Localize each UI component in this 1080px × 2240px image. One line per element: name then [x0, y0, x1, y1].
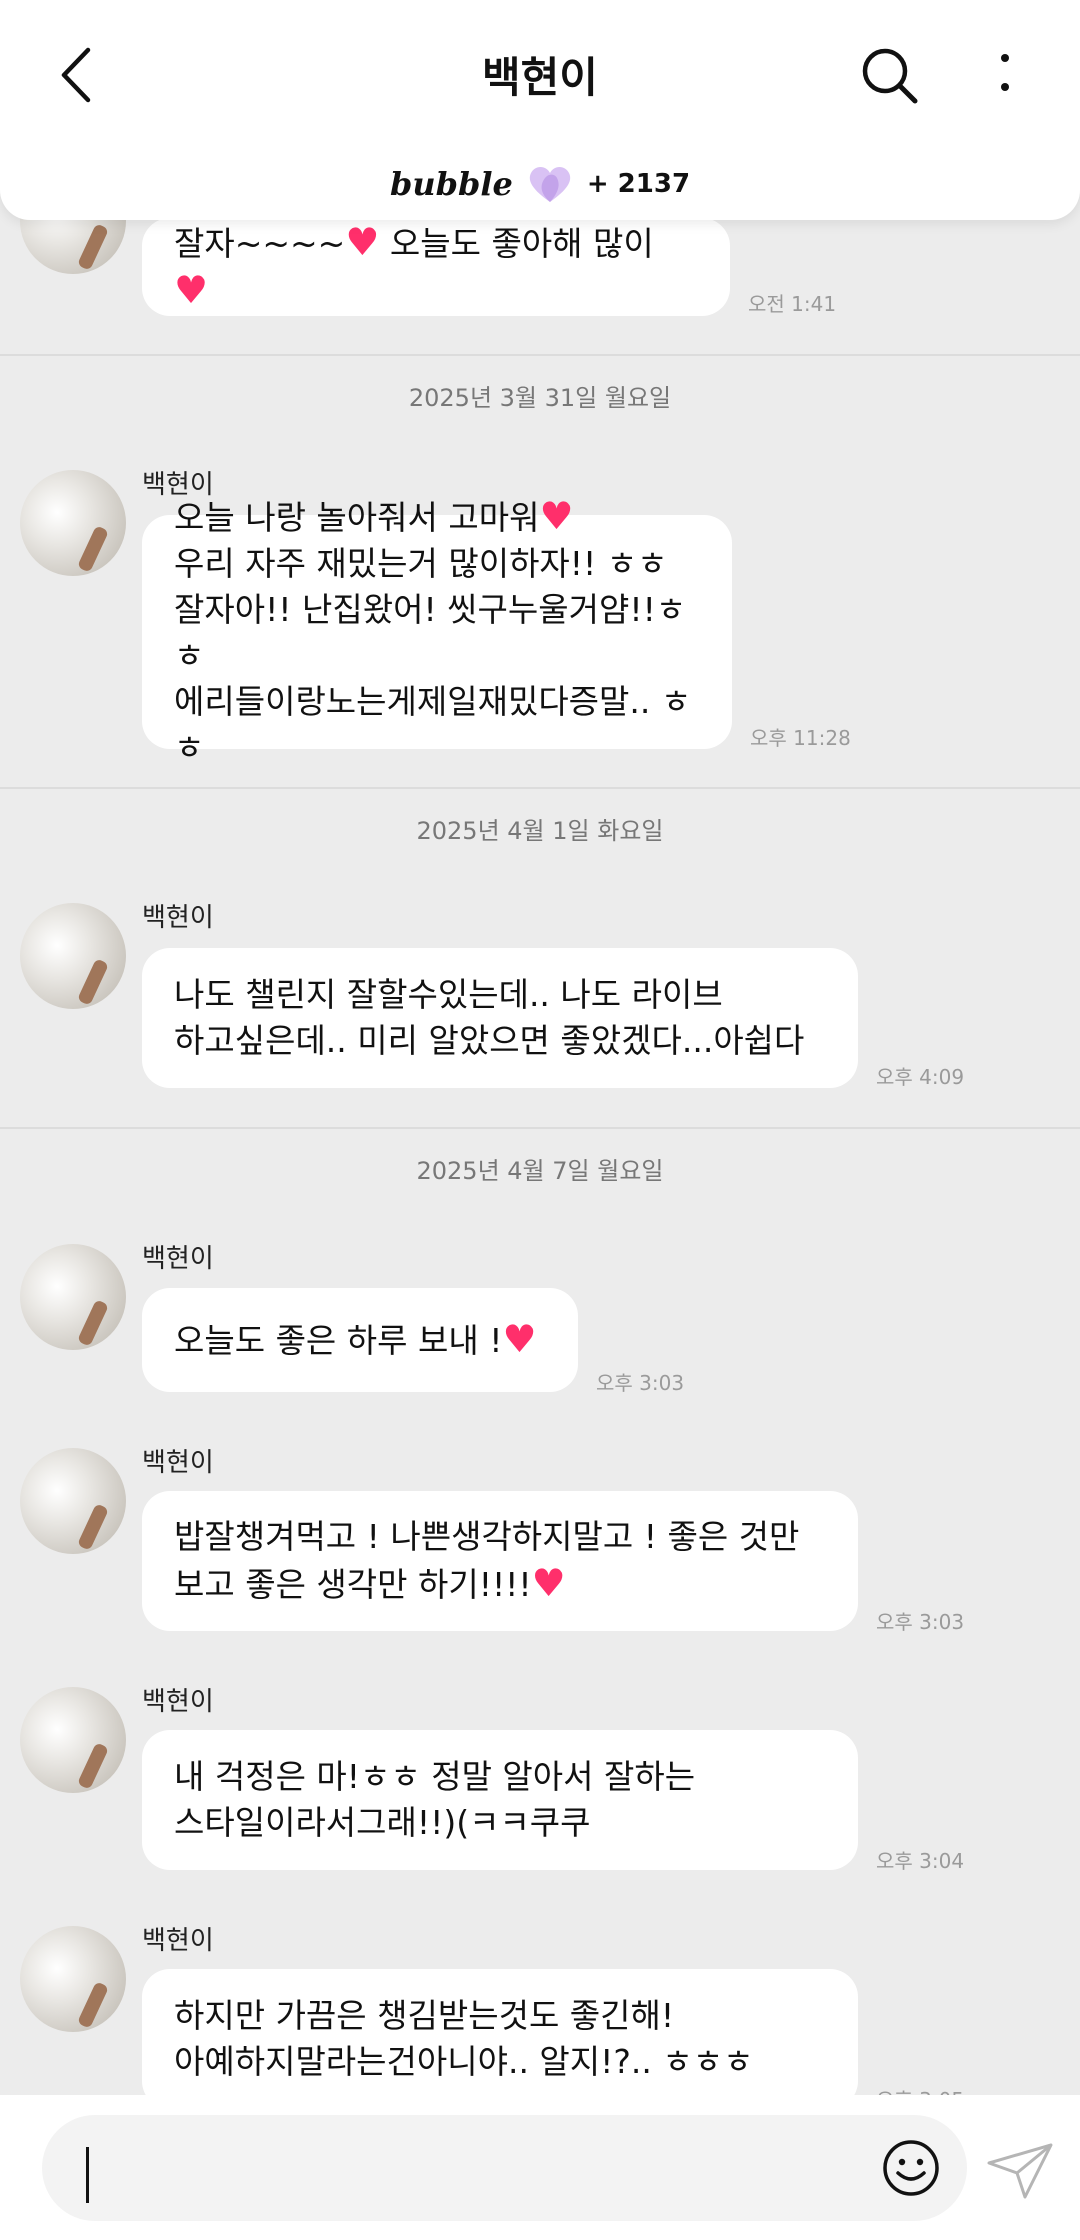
- message-line: 우리 자주 재밌는거 많이하자!! ㅎㅎ: [174, 544, 668, 583]
- more-vertical-icon: [1001, 54, 1009, 91]
- date-separator: 2025년 4월 7일 월요일: [416, 1157, 664, 1185]
- divider: [0, 354, 1080, 356]
- bubble-status[interactable]: bubble + 2137: [0, 160, 1080, 208]
- message-line: 잘자아!! 난집왔어! 씻구누울거얌!!ㅎㅎ: [174, 590, 687, 675]
- message-time: 오전 1:41: [748, 292, 837, 316]
- message-line: 내 걱정은 마!ㅎㅎ 정말 알아서 잘하는: [174, 1757, 696, 1796]
- message-bubble: 하지만 가끔은 챙김받는것도 좋긴해! 아예하지말라는건아니야.. 알지!?..…: [142, 1969, 858, 2095]
- search-button[interactable]: [855, 40, 925, 110]
- bubble-logo: bubble: [389, 165, 513, 203]
- message-time: 오후 3:04: [876, 1849, 965, 1873]
- search-icon: [862, 48, 918, 104]
- message-bubble: 밥잘챙겨먹고 ! 나쁜생각하지말고 ! 좋은 것만 보고 좋은 생각만 하기!!…: [142, 1491, 858, 1631]
- message-time: 오후 3:05: [876, 2084, 964, 2095]
- heart-icon: ♥: [502, 1317, 537, 1361]
- message-bubble: 오늘도 좋은 하루 보내 !♥: [142, 1288, 578, 1392]
- chat-header: 백현이 bubble + 2137: [0, 0, 1080, 220]
- message-time: 오후 3:03: [596, 1371, 685, 1395]
- emoji-button[interactable]: [880, 2137, 942, 2199]
- sender-name: 백현이: [142, 1926, 214, 1956]
- send-button[interactable]: [985, 2141, 1055, 2201]
- message-bubble: 내 걱정은 마!ㅎㅎ 정말 알아서 잘하는 스타일이라서그래!!)(ㅋㅋ쿠쿠: [142, 1730, 858, 1870]
- text-caret: [86, 2147, 89, 2203]
- date-separator: 2025년 3월 31일 월요일: [408, 384, 672, 412]
- divider: [0, 787, 1080, 789]
- heart-icon: ♥: [531, 1561, 566, 1605]
- sender-name: 백현이: [142, 1448, 214, 1478]
- message-line: 하고싶은데.. 미리 알았으면 좋았겠다...아쉽다: [174, 1021, 805, 1060]
- message-bubble: 잘자~~~~♥ 오늘도 좋아해 많이 ♥: [142, 218, 730, 316]
- message-bubble: 나도 챌린지 잘할수있는데.. 나도 라이브 하고싶은데.. 미리 알았으면 좋…: [142, 948, 858, 1088]
- heart-icon: ♥: [174, 268, 209, 312]
- avatar[interactable]: [20, 903, 126, 1009]
- divider: [0, 1127, 1080, 1129]
- bubble-count: + 2137: [586, 169, 691, 199]
- more-options-button[interactable]: [985, 40, 1025, 110]
- message-line: 하지만 가끔은 챙김받는것도 좋긴해!: [174, 1996, 675, 2035]
- avatar[interactable]: [20, 470, 126, 576]
- sender-name: 백현이: [142, 1687, 214, 1717]
- message-time: 오후 3:03: [876, 1610, 965, 1634]
- send-icon: [987, 2143, 1053, 2199]
- avatar[interactable]: [20, 1244, 126, 1350]
- message-line: 아예하지말라는건아니야.. 알지!?.. ㅎㅎㅎ: [174, 2042, 754, 2081]
- heart-icon: [529, 167, 571, 202]
- sender-name: 백현이: [142, 903, 214, 933]
- avatar[interactable]: [20, 1687, 126, 1793]
- heart-icon: ♥: [345, 220, 380, 264]
- message-line: 스타일이라서그래!!)(ㅋㅋ쿠쿠: [174, 1803, 591, 1842]
- message-line: 나도 챌린지 잘할수있는데.. 나도 라이브: [174, 975, 723, 1014]
- message-line: 오늘도 좋은 하루 보내 !♥: [174, 1317, 537, 1361]
- message-line: 오늘 나랑 놀아줘서 고마워♥: [174, 494, 574, 538]
- message-input[interactable]: [42, 2115, 967, 2221]
- avatar[interactable]: [20, 1926, 126, 2032]
- sender-name: 백현이: [142, 1244, 214, 1274]
- message-time: 오후 11:28: [750, 726, 851, 750]
- message-line: 밥잘챙겨먹고 ! 나쁜생각하지말고 ! 좋은 것만: [174, 1517, 800, 1556]
- message-line: 에리들이랑노는게제일재밌다증말.. ㅎㅎ: [174, 682, 692, 767]
- heart-icon: ♥: [539, 494, 574, 538]
- message-bubble: 오늘 나랑 놀아줘서 고마워♥ 우리 자주 재밌는거 많이하자!! ㅎㅎ 잘자아…: [142, 494, 732, 767]
- message-line: 잘자~~~~♥ 오늘도 좋아해 많이 ♥: [174, 220, 654, 312]
- avatar[interactable]: [20, 1448, 126, 1554]
- date-separator: 2025년 4월 1일 화요일: [416, 817, 664, 845]
- message-composer: [0, 2095, 1080, 2240]
- message-line: 보고 좋은 생각만 하기!!!!♥: [174, 1561, 566, 1605]
- smiley-icon: [883, 2140, 939, 2196]
- message-time: 오후 4:09: [876, 1065, 965, 1089]
- chat-area[interactable]: 잘자~~~~♥ 오늘도 좋아해 많이 ♥ 오전 1:41 2025년 3월 31…: [0, 0, 1080, 2095]
